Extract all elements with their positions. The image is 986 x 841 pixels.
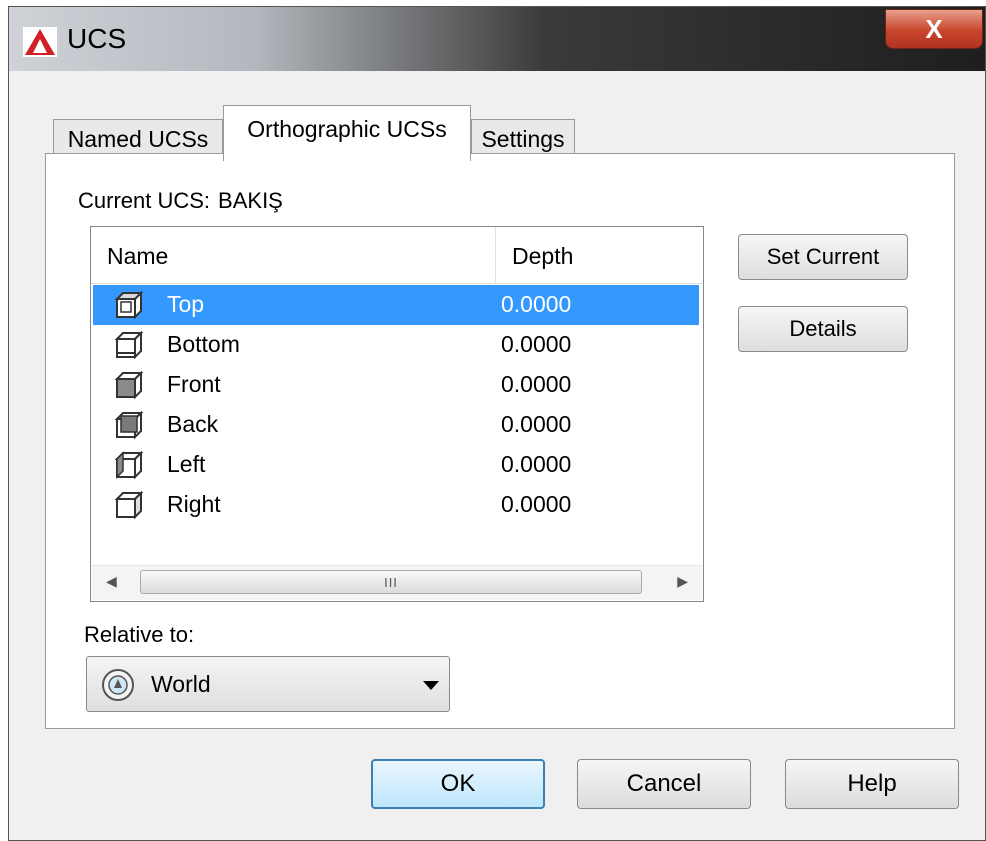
ucs-top-icon: [114, 290, 144, 320]
row-name: Back: [167, 411, 219, 437]
title-bar[interactable]: UCS X: [9, 7, 985, 71]
ucs-front-icon: [114, 370, 144, 400]
orthographic-ucs-list[interactable]: Name Depth Top 0.0000 Bottom 0.0000 Fron…: [90, 226, 704, 602]
relative-to-value: World: [151, 671, 211, 697]
list-item[interactable]: Top 0.0000: [93, 285, 699, 325]
horizontal-scrollbar[interactable]: ◀ III ▶: [92, 565, 702, 600]
scroll-right-icon[interactable]: ▶: [677, 573, 688, 590]
column-header-name[interactable]: Name: [107, 243, 168, 270]
tab-orthographic-ucss[interactable]: Orthographic UCSs: [223, 105, 471, 161]
ucs-dialog: UCS X Named UCSs Orthographic UCSs Setti…: [8, 6, 986, 841]
list-item[interactable]: Bottom 0.0000: [93, 325, 699, 365]
ucs-left-icon: [114, 450, 144, 480]
world-ucs-icon: [102, 669, 134, 701]
row-depth: 0.0000: [501, 371, 572, 397]
ok-button[interactable]: OK: [371, 759, 545, 809]
row-name: Bottom: [167, 331, 240, 357]
list-header: Name Depth: [91, 227, 703, 284]
cancel-button[interactable]: Cancel: [577, 759, 751, 809]
close-button[interactable]: X: [885, 9, 983, 49]
set-current-button[interactable]: Set Current: [738, 234, 908, 280]
help-button[interactable]: Help: [785, 759, 959, 809]
column-divider[interactable]: [495, 227, 496, 283]
column-header-depth[interactable]: Depth: [512, 243, 573, 270]
current-ucs-label: Current UCS: BAKIŞ: [78, 188, 283, 214]
relative-to-label: Relative to:: [84, 622, 195, 647]
row-depth: 0.0000: [501, 411, 572, 437]
row-name: Top: [167, 291, 205, 317]
window-title: UCS: [67, 23, 127, 54]
row-depth: 0.0000: [501, 491, 572, 517]
list-item[interactable]: Back 0.0000: [93, 405, 699, 445]
row-depth: 0.0000: [501, 291, 572, 317]
chevron-down-icon[interactable]: [423, 681, 439, 690]
list-item[interactable]: Front 0.0000: [93, 365, 699, 405]
row-name: Left: [167, 451, 206, 477]
autocad-logo-icon: [23, 27, 57, 57]
scroll-thumb[interactable]: III: [140, 570, 642, 594]
ucs-back-icon: [114, 410, 144, 440]
list-item[interactable]: Right 0.0000: [93, 485, 699, 525]
details-button[interactable]: Details: [738, 306, 908, 352]
ucs-bottom-icon: [114, 330, 144, 360]
row-depth: 0.0000: [501, 451, 572, 477]
current-ucs-caption: Current UCS:: [78, 188, 211, 213]
row-name: Right: [167, 491, 221, 517]
relative-to-dropdown[interactable]: World: [86, 656, 450, 712]
list-item[interactable]: Left 0.0000: [93, 445, 699, 485]
scroll-left-icon[interactable]: ◀: [106, 573, 117, 590]
row-name: Front: [167, 371, 221, 397]
tab-panel: Current UCS: BAKIŞ Name Depth Top 0.0000: [45, 153, 955, 729]
current-ucs-value: BAKIŞ: [218, 188, 283, 213]
row-depth: 0.0000: [501, 331, 572, 357]
ucs-right-icon: [114, 490, 144, 520]
